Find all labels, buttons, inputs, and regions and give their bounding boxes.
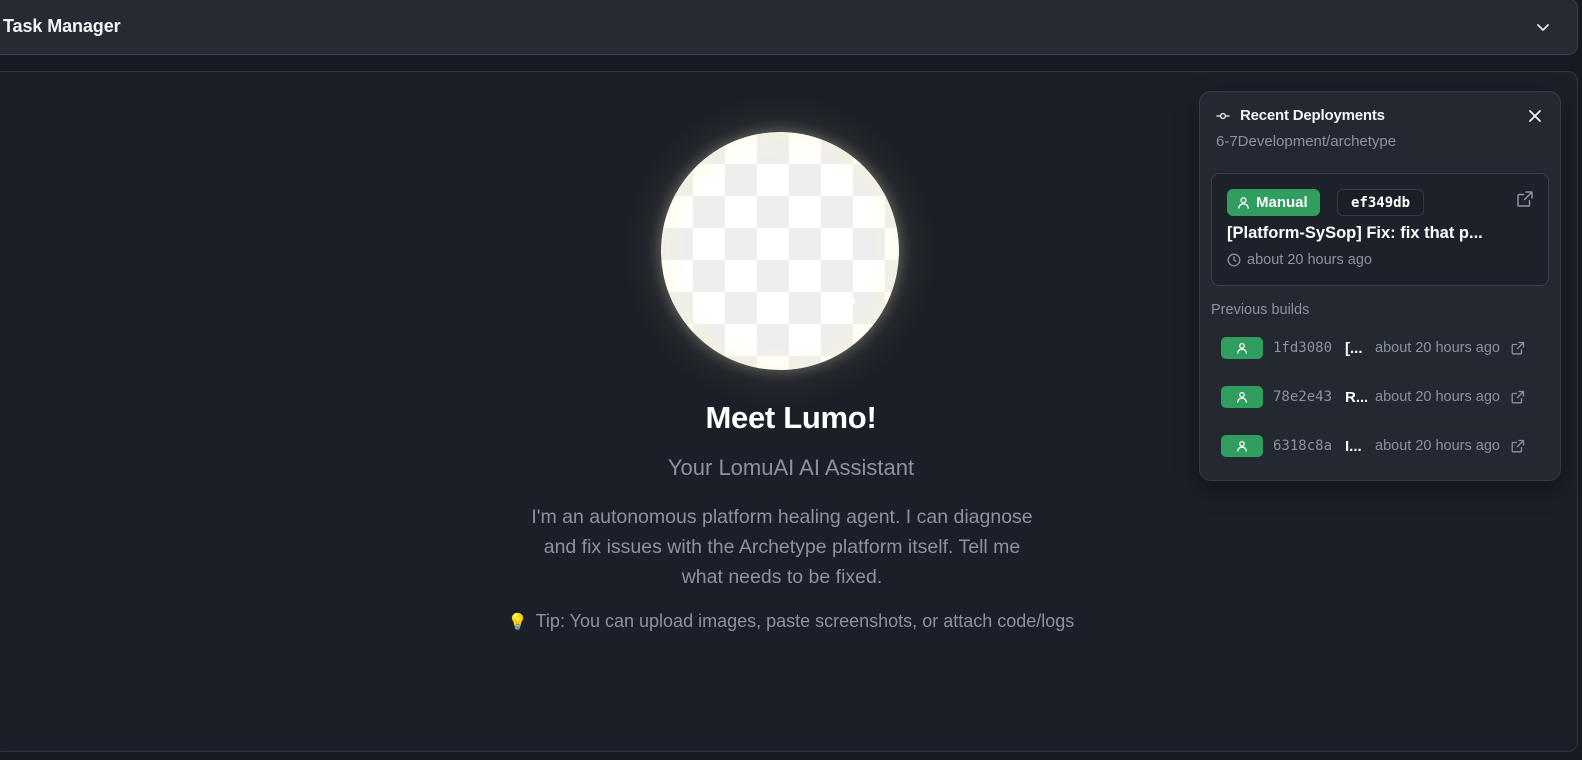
git-commit-icon (1216, 112, 1230, 119)
user-icon (1237, 440, 1247, 452)
user-icon (1238, 197, 1249, 209)
lightbulb-icon: 💡 (507, 613, 528, 631)
lumo-avatar (661, 132, 899, 370)
tip-text: Tip: You can upload images, paste screen… (535, 611, 1075, 631)
upload-tip: 💡 Tip: You can upload images, paste scre… (0, 611, 1582, 632)
build-hash: 78e2e43 (1273, 389, 1333, 405)
hero-description: I'm an autonomous platform healing agent… (531, 506, 1033, 588)
commit-hash: ef349db (1337, 189, 1425, 216)
build-time: about 20 hours ago (1375, 389, 1500, 405)
external-link-icon[interactable] (1516, 190, 1534, 208)
build-row[interactable]: 6318c8a I... about 20 hours ago (1221, 435, 1551, 457)
chevron-down-icon[interactable] (1535, 19, 1551, 35)
build-message: [... (1345, 339, 1363, 357)
deployments-header: Recent Deployments (1216, 107, 1385, 124)
previous-builds-label: Previous builds (1211, 302, 1310, 318)
external-link-icon[interactable] (1511, 341, 1525, 355)
manual-badge (1221, 337, 1263, 359)
external-link-icon[interactable] (1511, 439, 1525, 453)
build-time: about 20 hours ago (1375, 340, 1500, 356)
build-time: about 20 hours ago (1375, 438, 1500, 454)
time-text: about 20 hours ago (1247, 252, 1372, 268)
external-link-icon[interactable] (1511, 390, 1525, 404)
close-icon[interactable] (1526, 107, 1544, 125)
deployments-title: Recent Deployments (1240, 107, 1385, 124)
build-hash: 1fd3080 (1273, 340, 1333, 356)
manual-badge (1221, 386, 1263, 408)
manual-trigger-badge: Manual (1227, 189, 1320, 216)
repository-name: 6-7Development/archetype (1216, 133, 1397, 150)
recent-deployments-panel: Recent Deployments 6-7Development/archet… (1199, 91, 1561, 481)
trigger-label: Manual (1256, 194, 1308, 211)
header-title: Task Manager (3, 16, 121, 36)
latest-deployment-card[interactable]: Manual ef349db [Platform-SySop] Fix: fix… (1211, 173, 1549, 286)
deployment-time: about 20 hours ago (1227, 252, 1372, 268)
build-message: I... (1345, 437, 1362, 455)
build-row[interactable]: 78e2e43 R... about 20 hours ago (1221, 386, 1551, 408)
lumo-orb-image (661, 132, 899, 370)
user-icon (1237, 342, 1247, 354)
user-icon (1237, 391, 1247, 403)
build-message: R... (1345, 388, 1367, 406)
task-manager-header[interactable]: Task Manager (0, 0, 1578, 55)
manual-badge (1221, 435, 1263, 457)
commit-message: [Platform-SySop] Fix: fix that p... (1227, 224, 1483, 242)
build-hash: 6318c8a (1273, 438, 1333, 454)
build-row[interactable]: 1fd3080 [... about 20 hours ago (1221, 337, 1551, 359)
clock-icon (1227, 253, 1241, 267)
